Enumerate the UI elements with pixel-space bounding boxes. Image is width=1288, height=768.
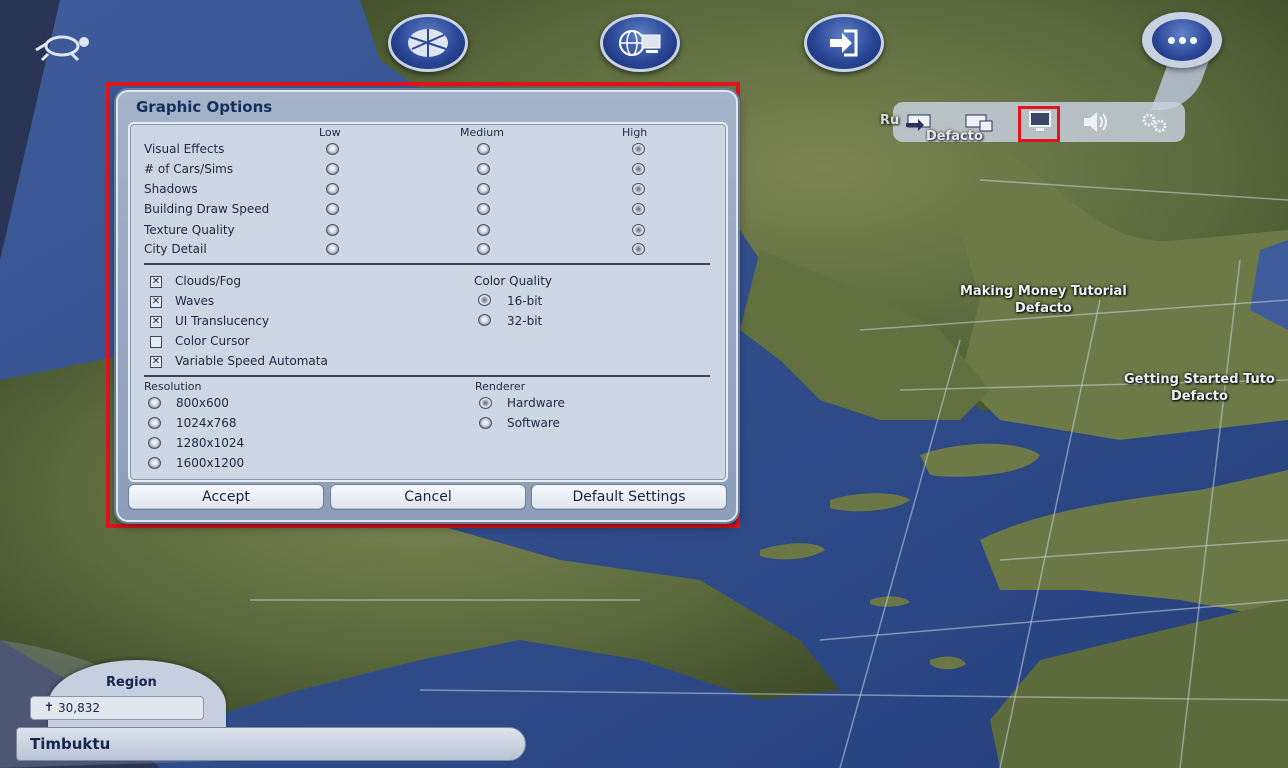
cars-sims-medium-radio[interactable] <box>477 163 490 175</box>
building-draw-speed-label: Building Draw Speed <box>144 202 270 216</box>
shadows-medium-radio[interactable] <box>477 183 490 195</box>
population-box <box>30 696 204 720</box>
renderer-hardware-label: Hardware <box>507 396 565 410</box>
visual-effects-high-radio[interactable] <box>632 143 645 155</box>
city-name: Getting Started Tuto <box>1124 372 1275 387</box>
res-1280x1024-radio[interactable] <box>148 437 161 449</box>
city-owner: Defacto <box>1171 389 1228 404</box>
variable-speed-automata-checkbox[interactable]: ✕ <box>150 356 162 368</box>
ui-translucency-checkbox[interactable]: ✕ <box>150 316 162 328</box>
load-game-button[interactable] <box>900 106 940 138</box>
accept-button[interactable]: Accept <box>128 484 324 510</box>
res-1280x1024-label: 1280x1024 <box>176 436 245 450</box>
exit-button[interactable] <box>804 14 884 72</box>
clouds-fog-label: Clouds/Fog <box>175 274 242 288</box>
renderer-software-label: Software <box>507 416 560 430</box>
cancel-button[interactable]: Cancel <box>330 484 526 510</box>
building-draw-speed-medium-radio[interactable] <box>477 203 490 215</box>
online-button[interactable] <box>600 14 680 72</box>
city-name: Ru <box>880 113 900 128</box>
more-icon <box>1152 19 1212 61</box>
shadows-label: Shadows <box>144 182 198 196</box>
color-32bit-radio[interactable] <box>478 314 491 326</box>
region-name: Timbuktu <box>30 735 111 753</box>
building-draw-speed-low-radio[interactable] <box>326 203 339 215</box>
visual-effects-label: Visual Effects <box>144 142 225 156</box>
clouds-fog-checkbox[interactable]: ✕ <box>150 276 162 288</box>
texture-quality-medium-radio[interactable] <box>477 224 490 236</box>
region-view-icon <box>408 29 448 57</box>
population-icon: ✝ <box>44 700 55 714</box>
load-game-icon <box>906 114 931 131</box>
column-high: High <box>622 126 648 139</box>
online-globe-icon <box>619 30 661 56</box>
renderer-software-radio[interactable] <box>479 417 492 429</box>
res-1024x768-label: 1024x768 <box>176 416 237 430</box>
res-1600x1200-label: 1600x1200 <box>176 456 245 470</box>
city-label-partial[interactable]: Ru <box>880 112 899 129</box>
variable-speed-automata-label: Variable Speed Automata <box>175 354 328 368</box>
color-cursor-checkbox[interactable] <box>150 336 162 348</box>
visual-effects-low-radio[interactable] <box>326 143 339 155</box>
waves-checkbox[interactable]: ✕ <box>150 296 162 308</box>
turtle-logo-icon <box>35 35 89 62</box>
city-label-making-money[interactable]: Making Money Tutorial Defacto <box>960 283 1127 317</box>
region-title: Region <box>106 675 157 690</box>
column-low: Low <box>319 126 341 139</box>
color-quality-heading: Color Quality <box>474 274 553 288</box>
shadows-low-radio[interactable] <box>326 183 339 195</box>
texture-quality-high-radio[interactable] <box>632 224 645 236</box>
graphics-icon-highlight <box>1018 106 1060 142</box>
building-draw-speed-high-radio[interactable] <box>632 203 645 215</box>
divider <box>144 263 710 265</box>
resolution-heading: Resolution <box>144 380 202 393</box>
shadows-high-radio[interactable] <box>632 183 645 195</box>
audio-options-button[interactable] <box>1076 106 1116 138</box>
res-800x600-radio[interactable] <box>148 397 161 409</box>
exit-icon <box>830 29 858 57</box>
city-owner: Defacto <box>1014 301 1072 316</box>
divider <box>144 375 710 377</box>
game-settings-icon <box>1142 113 1167 133</box>
texture-quality-label: Texture Quality <box>144 223 235 237</box>
options-panel: Low Medium High Visual Effects # of Cars… <box>128 122 728 482</box>
color-16bit-label: 16-bit <box>507 294 543 308</box>
default-settings-button[interactable]: Default Settings <box>531 484 727 510</box>
save-game-icon <box>965 114 993 132</box>
city-detail-label: City Detail <box>144 242 207 256</box>
audio-options-icon <box>1084 112 1107 132</box>
city-label-getting-started[interactable]: Getting Started Tuto Defacto <box>1124 371 1275 405</box>
res-1600x1200-radio[interactable] <box>148 457 161 469</box>
renderer-hardware-radio[interactable] <box>479 397 492 409</box>
cars-sims-high-radio[interactable] <box>632 163 645 175</box>
waves-label: Waves <box>175 294 215 308</box>
graphic-options-dialog: Graphic Options Low Medium High Visual E… <box>116 90 738 522</box>
game-settings-button[interactable] <box>1134 106 1174 138</box>
color-16bit-radio[interactable] <box>478 294 491 306</box>
color-32bit-label: 32-bit <box>507 314 543 328</box>
save-game-button[interactable] <box>958 106 998 138</box>
city-detail-high-radio[interactable] <box>632 243 645 255</box>
cars-sims-label: # of Cars/Sims <box>144 162 234 176</box>
res-1024x768-radio[interactable] <box>148 417 161 429</box>
population-value: 30,832 <box>58 701 100 715</box>
visual-effects-medium-radio[interactable] <box>477 143 490 155</box>
column-medium: Medium <box>460 126 504 139</box>
renderer-heading: Renderer <box>475 380 526 393</box>
region-view-button[interactable] <box>388 14 468 72</box>
color-cursor-label: Color Cursor <box>175 334 250 348</box>
dialog-title: Graphic Options <box>136 98 273 116</box>
options-menu-button[interactable] <box>1142 12 1222 68</box>
texture-quality-low-radio[interactable] <box>326 224 339 236</box>
city-detail-low-radio[interactable] <box>326 243 339 255</box>
cars-sims-low-radio[interactable] <box>326 163 339 175</box>
city-detail-medium-radio[interactable] <box>477 243 490 255</box>
city-name: Making Money Tutorial <box>960 284 1127 299</box>
ui-translucency-label: UI Translucency <box>175 314 270 328</box>
res-800x600-label: 800x600 <box>176 396 229 410</box>
